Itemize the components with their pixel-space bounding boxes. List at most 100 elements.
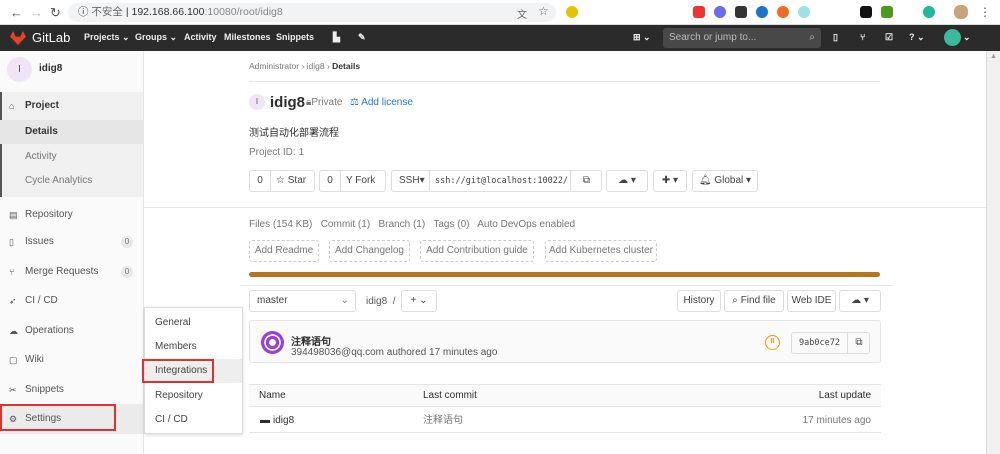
file-commit-link[interactable]: 注释语句 <box>423 408 463 433</box>
help-icon[interactable]: ? ⌄ <box>909 32 925 43</box>
chevron-down-icon: ⌄ <box>340 295 349 306</box>
flyout-ci-cd[interactable]: CI / CD <box>155 414 188 425</box>
project-name[interactable]: idig8 <box>39 63 62 74</box>
nav-projects[interactable]: Projects ⌄ <box>84 32 130 43</box>
cloud-gear-icon: ☁ <box>9 326 18 336</box>
star-icon: ☆ <box>276 175 285 186</box>
plus-icon: ✚ <box>661 175 671 186</box>
sidebar-item-activity[interactable]: Activity <box>0 145 143 169</box>
issues-icon[interactable]: ▯ <box>833 32 838 43</box>
search-input[interactable]: Search or jump to... ⌕ <box>663 28 821 48</box>
notification-dropdown[interactable]: 🔔︎ Global ▾ <box>692 170 758 192</box>
history-button[interactable]: History <box>677 290 721 312</box>
add-file-dropdown[interactable]: + ⌄ <box>401 290 437 312</box>
protocol-dropdown[interactable]: SSH▾ <box>399 171 425 191</box>
forward-icon[interactable]: → <box>30 5 43 20</box>
extension-icon[interactable] <box>881 6 893 18</box>
new-plus-icon[interactable]: ⊞ ⌄ <box>633 32 651 43</box>
commit-title[interactable]: 注释语句 <box>291 333 331 348</box>
reload-icon[interactable]: ↻ <box>50 5 61 21</box>
nav-snippets[interactable]: Snippets <box>276 32 314 42</box>
scissors-icon: ✂ <box>9 385 17 395</box>
add-kubernetes-cluster-button[interactable]: Add Kubernetes cluster <box>545 240 657 262</box>
mr-count: 0 <box>121 266 133 278</box>
sidebar-item-project[interactable]: ⌂ Project <box>0 92 143 120</box>
extension-icon[interactable] <box>923 6 935 18</box>
add-license-link[interactable]: ⚖ Add license <box>350 97 413 108</box>
extension-icon[interactable] <box>566 6 578 18</box>
add-dropdown[interactable]: ✚ ▾ <box>653 170 687 192</box>
download-dropdown[interactable]: ☁ ▾ <box>839 290 881 312</box>
sidebar-item-issues[interactable]: ▯ Issues 0 <box>0 230 143 254</box>
back-icon[interactable]: ← <box>10 5 23 20</box>
extension-icon[interactable] <box>798 6 810 18</box>
profile-avatar[interactable] <box>954 5 968 19</box>
commit-author-avatar[interactable] <box>261 331 284 354</box>
browser-toolbar: ← → ↻ ⓘ 不安全 | 192.168.66.100:10080/root/… <box>0 0 1000 25</box>
chevron-down-icon[interactable]: ⌄ <box>963 32 971 43</box>
sidebar-item-repository[interactable]: ▤ Repository <box>0 203 143 227</box>
chart-icon[interactable]: ▙ <box>333 32 340 43</box>
download-dropdown[interactable]: ☁ ▾ <box>606 170 648 192</box>
flyout-general[interactable]: General <box>155 317 191 328</box>
user-avatar[interactable] <box>944 29 961 46</box>
gitlab-header: GitLab Projects ⌄ Groups ⌄ Activity Mile… <box>0 25 1000 51</box>
merge-icon: ⑂ <box>9 267 15 277</box>
merge-requests-icon[interactable]: ⑂ <box>860 32 865 42</box>
scrollbar[interactable]: ▲ <box>986 51 1000 454</box>
bell-icon: 🔔︎ <box>698 175 712 186</box>
flyout-members[interactable]: Members <box>155 341 197 352</box>
sidebar-item-cycle-analytics[interactable]: Cycle Analytics <box>0 169 143 193</box>
doc-icon: ▤ <box>9 210 18 220</box>
flyout-repository[interactable]: Repository <box>155 390 203 401</box>
extension-icon[interactable] <box>693 6 705 18</box>
commit-sha[interactable]: 9ab0ce72 <box>792 338 840 348</box>
fork-button[interactable]: 0Y Fork <box>319 170 386 192</box>
star-button[interactable]: 0 ☆ Star <box>249 170 315 192</box>
file-name-link[interactable]: idig8 <box>273 408 294 433</box>
nav-activity[interactable]: Activity <box>184 32 217 42</box>
sidebar-item-merge-requests[interactable]: ⑂ Merge Requests 0 <box>0 260 143 284</box>
highlight-box <box>0 404 116 431</box>
clone-group: SSH▾ ssh://git@localhost:10022/ ⧉ <box>391 170 602 192</box>
nav-milestones[interactable]: Milestones <box>224 32 271 42</box>
repository-language-bar <box>249 272 880 277</box>
license-icon: ⚖ <box>350 97 359 108</box>
translate-icon[interactable]: 文 <box>517 6 527 21</box>
project-title: idig8 <box>270 94 306 111</box>
web-ide-button[interactable]: Web IDE <box>787 290 836 312</box>
add-changelog-button[interactable]: Add Changelog <box>329 240 410 262</box>
clone-url-input[interactable]: ssh://git@localhost:10022/ <box>429 171 569 191</box>
todos-icon[interactable]: ☑ <box>885 32 893 43</box>
download-icon: ☁ <box>851 295 862 306</box>
extension-icon[interactable] <box>714 6 726 18</box>
download-icon: ☁ <box>618 175 629 186</box>
sidebar-item-snippets[interactable]: ✂ Snippets <box>0 378 143 402</box>
add-contribution-guide-button[interactable]: Add Contribution guide <box>420 240 534 262</box>
sidebar-item-details[interactable]: Details <box>0 120 143 144</box>
sidebar-item-operations[interactable]: ☁ Operations <box>0 319 143 343</box>
address-bar[interactable]: ⓘ 不安全 | 192.168.66.100:10080/root/idig8 <box>68 3 556 22</box>
branch-dropdown[interactable]: master ⌄ <box>249 290 356 312</box>
extension-icon[interactable] <box>777 6 789 18</box>
nav-groups[interactable]: Groups ⌄ <box>135 32 177 43</box>
wrench-icon[interactable]: ✎ <box>358 32 366 43</box>
copy-icon[interactable]: ⧉ <box>570 171 602 191</box>
gitlab-logo-icon[interactable] <box>10 31 26 45</box>
find-file-button[interactable]: ⌕ Find file <box>724 290 784 312</box>
extension-icon[interactable] <box>860 6 872 18</box>
table-row[interactable]: ▬ idig8 注释语句 17 minutes ago <box>249 408 881 433</box>
menu-icon[interactable]: ⋮ <box>979 5 991 19</box>
sidebar-item-wiki[interactable]: ▢ Wiki <box>0 348 143 372</box>
sidebar-item-ci-cd[interactable]: ➶ CI / CD <box>0 289 143 313</box>
brand[interactable]: GitLab <box>32 30 70 45</box>
file-table-header: Name Last commit Last update <box>249 384 881 407</box>
commit-sha-group: 9ab0ce72 ⧉ <box>791 332 870 354</box>
extension-icon[interactable] <box>756 6 768 18</box>
add-readme-button[interactable]: Add Readme <box>249 240 319 262</box>
pipeline-pending-icon[interactable]: II <box>765 335 780 350</box>
copy-icon[interactable]: ⧉ <box>847 333 870 353</box>
bookmark-star-icon[interactable]: ☆ <box>538 4 549 18</box>
issues-count: 0 <box>121 236 133 248</box>
extension-icon[interactable] <box>735 6 747 18</box>
